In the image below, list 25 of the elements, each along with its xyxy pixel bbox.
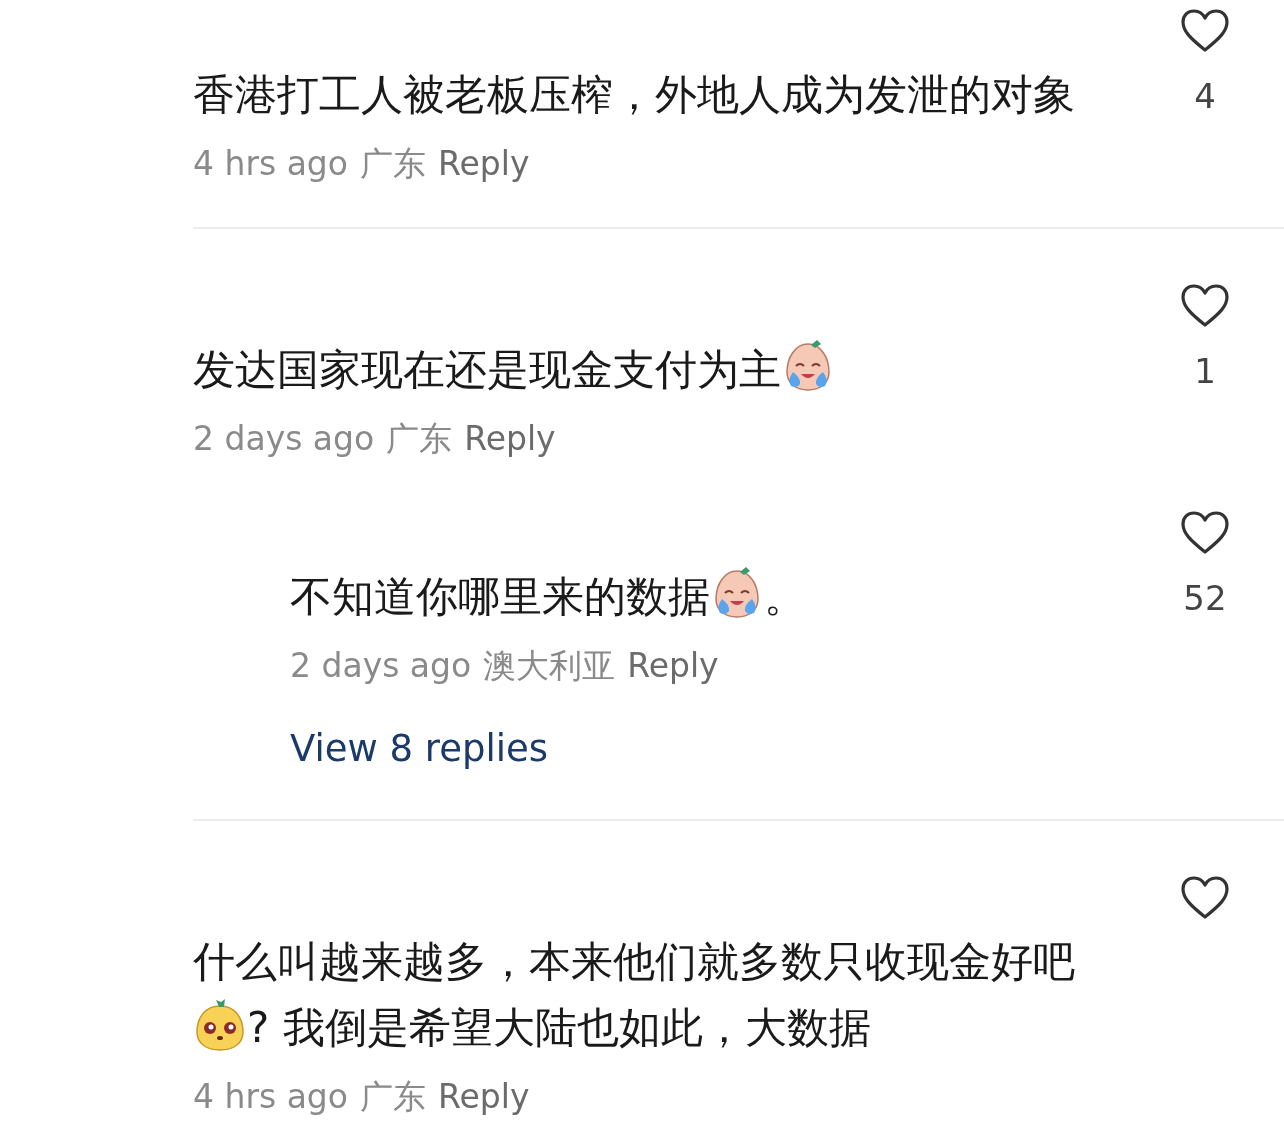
puppy-sticker-icon [193,998,247,1052]
reply-button[interactable]: Reply [627,641,719,691]
timestamp: 2 days ago [193,418,375,460]
like-count: 1 [1194,351,1216,391]
heart-icon[interactable] [1180,283,1230,329]
view-replies-link[interactable]: View 8 replies [290,721,549,777]
timestamp: 4 hrs ago [193,1076,348,1118]
comment-text: 不知道你哪里来的数据 。 [290,564,1126,630]
comment-text: 发达国家现在还是现金支付为主 [193,337,1126,403]
reply-button[interactable]: Reply [464,414,556,464]
timestamp: 4 hrs ago [193,143,348,185]
comment-text: 香港打工人被老板压榨，外地人成为发泄的对象 [193,69,1076,121]
location: 澳大利亚 [483,645,616,687]
heart-icon[interactable] [1180,8,1230,54]
comment-text: 什么叫越来越多，本来他们就多数只收现金好吧 ? 我倒是希望大陆也如此，大数据 [193,936,1076,1054]
location: 广东 [360,143,426,185]
like-count: 52 [1183,578,1227,618]
location: 广东 [386,418,453,460]
reply-button[interactable]: Reply [438,139,530,189]
timestamp: 2 days ago [290,645,472,687]
heart-icon[interactable] [1180,510,1230,556]
location: 广东 [360,1076,426,1118]
heart-icon[interactable] [1180,875,1230,921]
like-count: 4 [1194,76,1216,116]
reply-button[interactable]: Reply [438,1072,530,1122]
